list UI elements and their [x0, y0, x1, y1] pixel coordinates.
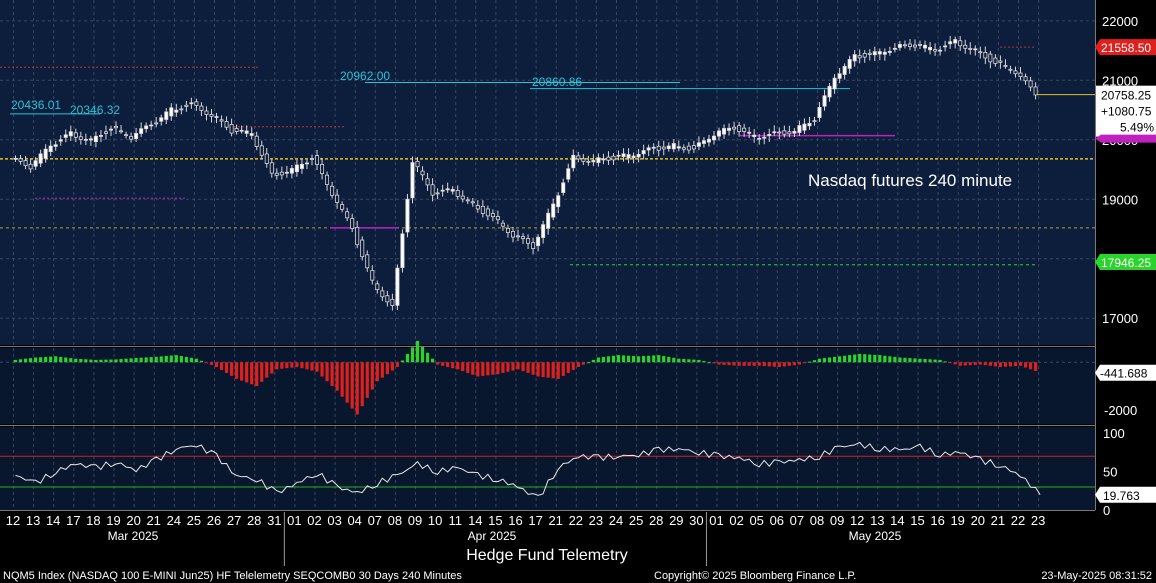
x-tick-label: 14 [468, 513, 482, 528]
rsi-y-tick: 0 [1103, 503, 1110, 518]
x-tick-label: 22 [1011, 513, 1025, 528]
x-tick-label: 30 [689, 513, 703, 528]
x-tick-label: 01 [709, 513, 723, 528]
x-tick-label: 15 [910, 513, 924, 528]
x-tick-label: 31 [267, 513, 281, 528]
x-tick-label: 19 [950, 513, 964, 528]
month-label: May 2025 [849, 529, 902, 543]
level-label-4: 20860.86 [532, 75, 582, 89]
x-tick-label: 17 [528, 513, 542, 528]
month-label: Apr 2025 [468, 529, 517, 543]
last-price-change-pct: 5.49% [1120, 121, 1154, 135]
x-tick-label: 20 [126, 513, 140, 528]
osc-y-tick: -2000 [1104, 403, 1137, 418]
month-label: Mar 2025 [108, 529, 159, 543]
x-tick-label: 16 [508, 513, 522, 528]
x-tick-label: 21 [548, 513, 562, 528]
x-tick-label: 28 [247, 513, 261, 528]
x-tick-label: 06 [770, 513, 784, 528]
osc-last-value: -441.688 [1100, 367, 1148, 381]
x-tick-label: 23 [1031, 513, 1045, 528]
x-tick-label: 05 [749, 513, 763, 528]
chart-annotation: Nasdaq futures 240 minute [808, 171, 1012, 190]
x-tick-label: 14 [46, 513, 60, 528]
x-tick-label: 17 [66, 513, 80, 528]
x-tick-label: 25 [629, 513, 643, 528]
x-tick-label: 03 [327, 513, 341, 528]
level-label-1: 20436.01 [11, 98, 61, 112]
chart: 17000180001900020000210002200021558.5017… [0, 0, 1156, 583]
x-tick-label: 24 [609, 513, 623, 528]
x-tick-label: 26 [207, 513, 221, 528]
x-tick-label: 10 [428, 513, 442, 528]
x-tick-label: 01 [287, 513, 301, 528]
rsi-panel [0, 427, 1095, 510]
chart-title: Hedge Fund Telemetry [466, 547, 628, 564]
x-tick-label: 08 [388, 513, 402, 528]
x-tick-label: 02 [307, 513, 321, 528]
x-tick-label: 07 [368, 513, 382, 528]
x-tick-label: 02 [729, 513, 743, 528]
last-price-change: +1080.75 [1101, 105, 1152, 119]
x-tick-label: 27 [227, 513, 241, 528]
x-tick-label: 16 [930, 513, 944, 528]
x-tick-label: 14 [890, 513, 904, 528]
price-tag-label: 21558.50 [1101, 41, 1151, 55]
footer-right: 23-May-2025 08:31:52 [1041, 570, 1152, 582]
x-tick-label: 28 [649, 513, 663, 528]
x-tick-label: 22 [569, 513, 583, 528]
x-tick-label: 24 [167, 513, 181, 528]
x-tick-label: 11 [448, 513, 462, 528]
last-price-value: 20758.25 [1101, 89, 1151, 103]
x-tick-label: 21 [146, 513, 160, 528]
x-tick-label: 08 [810, 513, 824, 528]
y-tick-label: 22000 [1102, 14, 1138, 29]
rsi-last-value: 19.763 [1103, 489, 1140, 503]
x-tick-label: 25 [187, 513, 201, 528]
x-tick-label: 12 [6, 513, 20, 528]
x-tick-label: 19 [106, 513, 120, 528]
rsi-y-tick: 100 [1103, 426, 1125, 441]
x-tick-label: 15 [488, 513, 502, 528]
y-tick-label: 17000 [1102, 311, 1138, 326]
rsi-y-tick: 50 [1103, 465, 1117, 480]
x-tick-label: 18 [86, 513, 100, 528]
x-tick-label: 13 [26, 513, 40, 528]
footer-left: NQM5 Index (NASDAQ 100 E-MINI Jun25) HF … [3, 570, 462, 582]
level-label-3: 20962.00 [340, 69, 390, 83]
x-tick-label: 23 [589, 513, 603, 528]
x-tick-label: 20 [971, 513, 985, 528]
x-tick-label: 13 [870, 513, 884, 528]
magenta-level-tag [1095, 134, 1156, 143]
y-tick-label: 19000 [1102, 192, 1138, 207]
x-tick-label: 09 [830, 513, 844, 528]
level-label-2: 20346.32 [70, 103, 120, 117]
x-tick-label: 07 [790, 513, 804, 528]
x-tick-label: 21 [991, 513, 1005, 528]
x-tick-label: 09 [408, 513, 422, 528]
x-tick-label: 04 [347, 513, 361, 528]
price-tag-label: 17946.25 [1101, 256, 1151, 270]
footer-center: Copyright© 2025 Bloomberg Finance L.P. [654, 570, 856, 582]
x-tick-label: 12 [850, 513, 864, 528]
x-tick-label: 29 [669, 513, 683, 528]
